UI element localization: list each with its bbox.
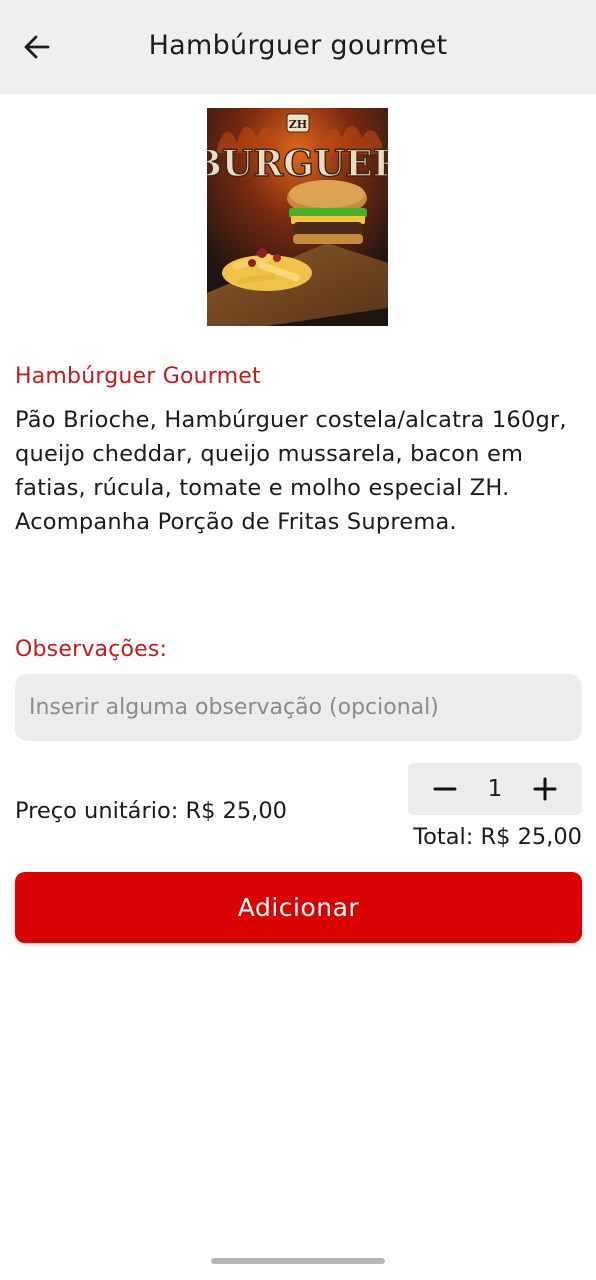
quantity-value: 1 bbox=[487, 776, 503, 802]
increase-quantity-button[interactable] bbox=[517, 763, 573, 815]
quantity-stepper: 1 bbox=[408, 763, 582, 815]
total-price: Total: R$ 25,00 bbox=[413, 824, 582, 850]
brand-logo-text: ZH bbox=[289, 118, 307, 131]
product-name: Hambúrguer Gourmet bbox=[15, 364, 261, 389]
observations-label: Observações: bbox=[15, 637, 168, 662]
app-bar: Hambúrguer gourmet bbox=[0, 0, 596, 94]
page-title: Hambúrguer gourmet bbox=[148, 30, 448, 61]
unit-price: Preço unitário: R$ 25,00 bbox=[15, 798, 287, 824]
observations-input[interactable] bbox=[15, 674, 582, 741]
plus-icon bbox=[533, 777, 557, 801]
home-indicator[interactable] bbox=[211, 1258, 385, 1264]
add-button[interactable]: Adicionar bbox=[15, 872, 582, 943]
product-image: ZH BURGUER bbox=[207, 108, 388, 326]
image-title-text: BURGUER bbox=[207, 143, 388, 185]
minus-icon bbox=[433, 787, 457, 791]
product-description: Pão Brioche, Hambúrguer costela/alcatra … bbox=[15, 407, 567, 535]
decrease-quantity-button[interactable] bbox=[417, 763, 473, 815]
